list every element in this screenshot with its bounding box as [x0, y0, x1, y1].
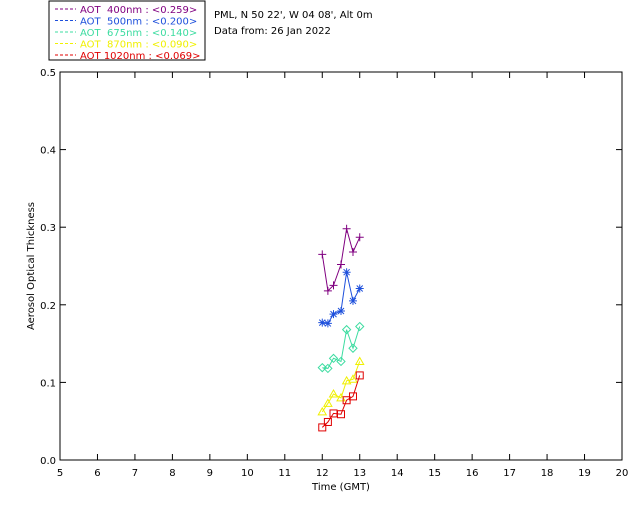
- legend-entry: AOT 400nm : <0.259>: [80, 5, 197, 16]
- data-point: [342, 224, 351, 233]
- data-point: [318, 250, 327, 259]
- legend-entry: AOT 675nm : <0.140>: [80, 28, 197, 39]
- data-point: [348, 296, 357, 305]
- legend-entry: AOT 1020nm : <0.069>: [80, 51, 200, 62]
- x-tick-label: 12: [316, 468, 329, 479]
- x-tick-label: 5: [57, 468, 63, 479]
- y-tick-label: 0.2: [40, 301, 56, 312]
- series-line: [322, 326, 361, 369]
- site-info: PML, N 50 22', W 04 08', Alt 0m: [214, 10, 373, 21]
- data-point: [342, 268, 351, 277]
- x-tick-label: 20: [616, 468, 629, 479]
- data-point: [355, 284, 364, 293]
- data-point: [337, 307, 345, 316]
- data-point: [355, 233, 364, 242]
- data-point: [337, 260, 345, 269]
- series-line: [321, 361, 361, 413]
- series-layer: [317, 224, 365, 432]
- aot-chart: AOT 400nm : <0.259>AOT 500nm : <0.200>AO…: [26, 0, 629, 493]
- series-1: [318, 268, 364, 328]
- y-tick-label: 0.5: [40, 68, 56, 79]
- y-axis-label: Aerosol Optical Thickness: [26, 202, 37, 330]
- y-tick-label: 0.3: [40, 223, 56, 234]
- series-line: [321, 228, 361, 292]
- x-tick-label: 16: [466, 468, 479, 479]
- x-tick-label: 9: [207, 468, 213, 479]
- data-date: Data from: 26 Jan 2022: [214, 26, 331, 37]
- legend-entry: AOT 870nm : <0.090>: [80, 40, 197, 51]
- data-point: [348, 248, 357, 257]
- data-point: [323, 319, 332, 328]
- x-tick-label: 7: [132, 468, 138, 479]
- x-tick-label: 17: [503, 468, 516, 479]
- series-line: [322, 272, 361, 324]
- x-tick-label: 13: [353, 468, 366, 479]
- x-tick-label: 15: [428, 468, 441, 479]
- data-point: [354, 356, 365, 365]
- y-tick-label: 0.4: [40, 146, 56, 157]
- x-tick-label: 19: [578, 468, 591, 479]
- data-point: [318, 318, 327, 327]
- y-tick-label: 0.0: [40, 456, 56, 467]
- legend-entry: AOT 500nm : <0.200>: [80, 17, 197, 28]
- data-point: [329, 310, 338, 319]
- x-tick-label: 11: [278, 468, 291, 479]
- x-tick-label: 10: [241, 468, 254, 479]
- x-tick-label: 6: [94, 468, 100, 479]
- legend: AOT 400nm : <0.259>AOT 500nm : <0.200>AO…: [48, 0, 206, 62]
- x-tick-label: 18: [541, 468, 554, 479]
- series-0: [318, 224, 364, 295]
- x-tick-label: 8: [169, 468, 175, 479]
- y-tick-label: 0.1: [40, 378, 56, 389]
- x-tick-label: 14: [391, 468, 404, 479]
- x-axis-label: Time (GMT): [311, 482, 370, 493]
